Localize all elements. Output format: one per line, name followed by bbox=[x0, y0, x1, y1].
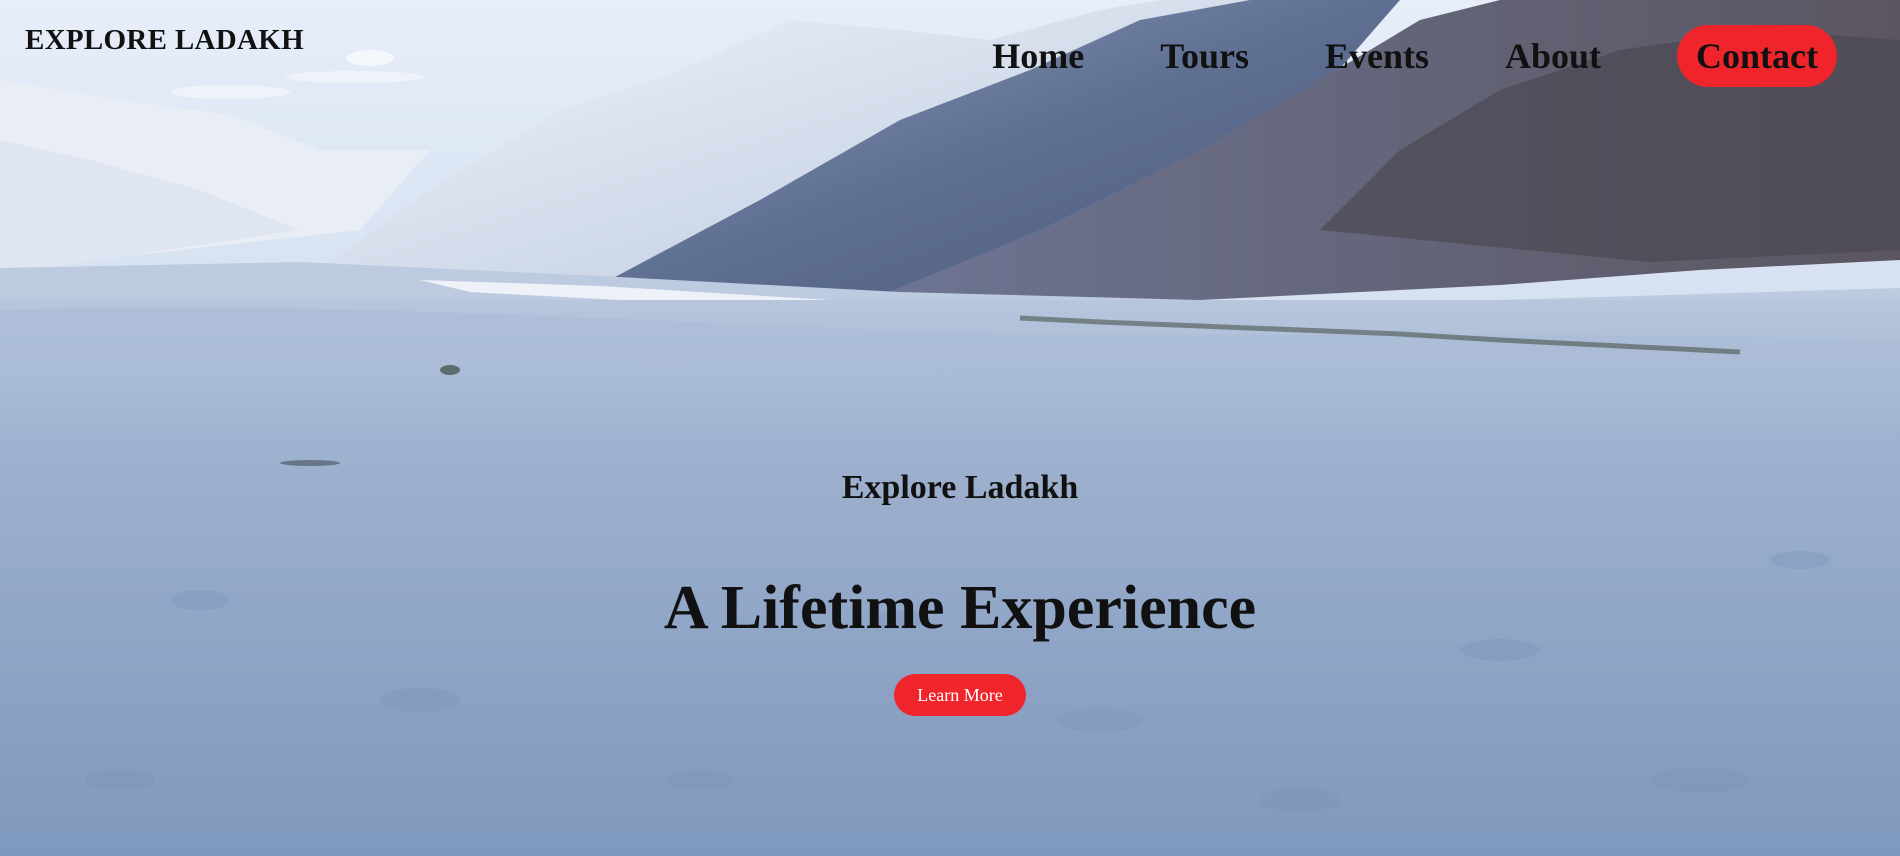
hero-headline: A Lifetime Experience bbox=[663, 574, 1257, 642]
hero-section: EXPLORE LADAKH Home Tours Events About C… bbox=[0, 0, 1900, 856]
nav-home-link[interactable]: Home bbox=[992, 25, 1084, 87]
nav-tours-link[interactable]: Tours bbox=[1160, 25, 1249, 87]
nav-contact-button[interactable]: Contact bbox=[1677, 25, 1837, 87]
nav-events-link[interactable]: Events bbox=[1325, 25, 1429, 87]
site-logo[interactable]: EXPLORE LADAKH bbox=[25, 24, 304, 57]
main-nav: Home Tours Events About Contact bbox=[916, 25, 1837, 87]
learn-more-button[interactable]: Learn More bbox=[894, 674, 1026, 716]
hero-background-image bbox=[0, 0, 1900, 856]
hero-subtitle: Explore Ladakh bbox=[841, 469, 1079, 506]
nav-about-link[interactable]: About bbox=[1505, 25, 1601, 87]
